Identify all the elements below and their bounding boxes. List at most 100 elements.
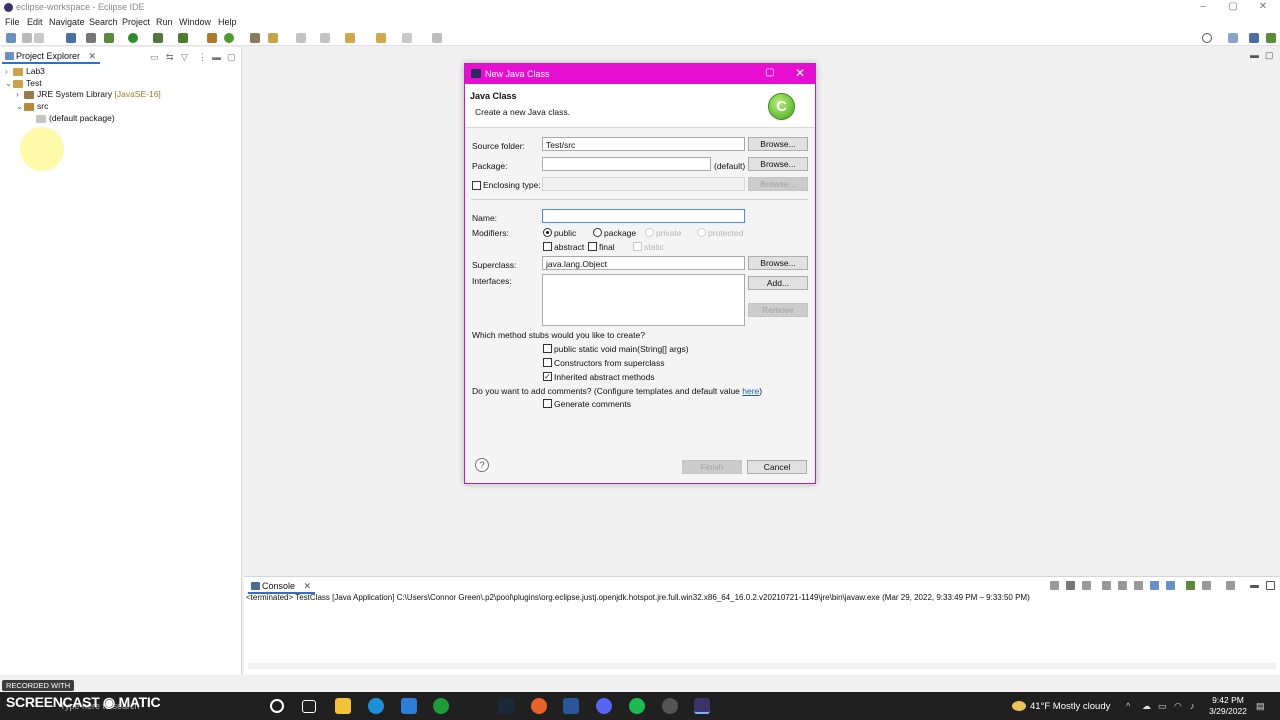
minimize-view-icon[interactable]: ▬ xyxy=(212,52,221,62)
xbox-icon[interactable] xyxy=(433,698,449,714)
maximize-console-icon[interactable] xyxy=(1266,581,1275,590)
skip-breakpoints-icon[interactable] xyxy=(86,33,96,43)
minimize-button[interactable]: – xyxy=(1186,0,1220,15)
maximize-icon[interactable]: ▢ xyxy=(765,67,774,78)
next-annotation-icon[interactable] xyxy=(296,33,306,43)
maximize-view-icon[interactable]: ▢ xyxy=(227,52,236,63)
configure-templates-link[interactable]: here xyxy=(742,386,759,396)
public-radio[interactable] xyxy=(543,228,552,237)
filter-icon[interactable]: ▽ xyxy=(181,52,188,63)
tree-item-jre-library[interactable]: › JRE System Library [JavaSE-16] xyxy=(16,89,161,99)
collapse-all-icon[interactable]: ▭ xyxy=(150,52,159,63)
edge-icon[interactable] xyxy=(368,698,384,714)
package-browse-button[interactable]: Browse... xyxy=(748,157,808,171)
add-interface-button[interactable]: Add... xyxy=(748,276,808,290)
volume-icon[interactable]: ♪ xyxy=(1190,701,1195,711)
chevron-right-icon[interactable]: › xyxy=(16,89,24,99)
show-stderr-icon[interactable] xyxy=(1166,581,1175,590)
open-perspective-icon[interactable] xyxy=(1228,33,1238,43)
superclass-browse-button[interactable]: Browse... xyxy=(748,256,808,270)
debug-icon[interactable] xyxy=(104,33,114,43)
tree-item-test[interactable]: ⌄ Test xyxy=(5,78,42,89)
debug-perspective-icon[interactable] xyxy=(1266,33,1276,43)
remove-launch-icon[interactable] xyxy=(1066,581,1075,590)
dialog-titlebar[interactable]: New Java Class ▢ ✕ xyxy=(465,64,815,84)
back-icon[interactable] xyxy=(376,33,386,43)
search-icon[interactable] xyxy=(1202,33,1212,43)
wifi-icon[interactable]: ◠ xyxy=(1174,701,1182,712)
source-folder-browse-button[interactable]: Browse... xyxy=(748,137,808,151)
tree-item-src[interactable]: ⌄ src xyxy=(16,101,48,112)
package-radio[interactable] xyxy=(593,228,602,237)
menu-edit[interactable]: Edit xyxy=(27,17,43,27)
spotify-icon[interactable] xyxy=(629,698,645,714)
new-java-project-icon[interactable] xyxy=(207,33,217,43)
chevron-down-icon[interactable]: ⌄ xyxy=(16,101,24,112)
eclipse-taskbar-icon[interactable] xyxy=(694,698,710,714)
menu-search[interactable]: Search xyxy=(89,17,118,27)
pin-console-icon[interactable] xyxy=(1186,581,1195,590)
generate-comments-checkbox[interactable] xyxy=(543,399,552,408)
package-field[interactable] xyxy=(542,157,711,171)
menu-run[interactable]: Run xyxy=(156,17,173,27)
view-menu-icon[interactable]: ⋮ xyxy=(198,52,207,63)
close-window-button[interactable]: ✕ xyxy=(1246,0,1280,15)
cortana-icon[interactable] xyxy=(270,699,284,713)
menu-window[interactable]: Window xyxy=(179,17,211,27)
remove-all-icon[interactable] xyxy=(1082,581,1091,590)
tab-console[interactable]: Console ✕ xyxy=(248,579,316,594)
open-type-icon[interactable] xyxy=(250,33,260,43)
external-tools-icon[interactable] xyxy=(178,33,188,43)
menu-navigate[interactable]: Navigate xyxy=(49,17,85,27)
save-all-icon[interactable] xyxy=(34,33,44,43)
interfaces-list[interactable] xyxy=(542,274,745,326)
file-explorer-icon[interactable] xyxy=(335,698,351,714)
menu-help[interactable]: Help xyxy=(218,17,237,27)
minimize-editor-icon[interactable]: ▬ xyxy=(1250,50,1259,60)
word-wrap-icon[interactable] xyxy=(1134,581,1143,590)
close-icon[interactable]: ✕ xyxy=(89,51,97,61)
cloud-icon[interactable]: ☁ xyxy=(1142,701,1151,712)
menu-project[interactable]: Project xyxy=(122,17,150,27)
minimize-console-icon[interactable] xyxy=(1250,585,1259,588)
notifications-icon[interactable]: ▤ xyxy=(1256,701,1265,712)
clear-console-icon[interactable] xyxy=(1102,581,1111,590)
task-view-icon[interactable] xyxy=(302,700,316,713)
open-console-icon[interactable] xyxy=(1226,581,1235,590)
new-icon[interactable] xyxy=(6,33,16,43)
inherited-methods-checkbox[interactable]: ✓ xyxy=(543,372,552,381)
terminate-icon[interactable] xyxy=(1050,581,1059,590)
pin-editor-icon[interactable] xyxy=(432,33,442,43)
network-icon[interactable]: ▭ xyxy=(1158,701,1167,712)
console-horizontal-scrollbar[interactable] xyxy=(248,663,1276,669)
chevron-right-icon[interactable]: › xyxy=(5,66,13,76)
chevron-down-icon[interactable]: ⌄ xyxy=(5,78,13,89)
enclosing-type-checkbox[interactable] xyxy=(472,181,481,190)
tab-project-explorer[interactable]: Project Explorer ✕ xyxy=(2,49,101,64)
show-hidden-icons-icon[interactable]: ^ xyxy=(1126,701,1130,711)
link-editor-icon[interactable]: ⇆ xyxy=(166,52,174,63)
prev-annotation-icon[interactable] xyxy=(320,33,330,43)
maximize-button[interactable]: ▢ xyxy=(1216,0,1250,15)
scroll-lock-icon[interactable] xyxy=(1118,581,1127,590)
taskbar-clock[interactable]: 9:42 PM 3/29/2022 xyxy=(1208,695,1248,717)
main-method-checkbox[interactable] xyxy=(543,344,552,353)
final-checkbox[interactable] xyxy=(588,242,597,251)
forward-icon[interactable] xyxy=(402,33,412,43)
terminal-icon[interactable] xyxy=(66,33,76,43)
show-stdout-icon[interactable] xyxy=(1150,581,1159,590)
word-icon[interactable] xyxy=(563,698,579,714)
class-name-field[interactable] xyxy=(542,209,745,223)
new-class-icon[interactable] xyxy=(224,33,234,43)
java-perspective-icon[interactable] xyxy=(1249,33,1259,43)
tree-item-lab3[interactable]: › Lab3 xyxy=(5,66,45,76)
discord-icon[interactable] xyxy=(596,698,612,714)
last-edit-icon[interactable] xyxy=(345,33,355,43)
abstract-checkbox[interactable] xyxy=(543,242,552,251)
maximize-editor-icon[interactable]: ▢ xyxy=(1265,50,1274,61)
close-icon[interactable]: ✕ xyxy=(304,581,312,591)
menu-file[interactable]: File xyxy=(5,17,20,27)
coverage-icon[interactable] xyxy=(153,33,163,43)
cancel-button[interactable]: Cancel xyxy=(747,460,807,474)
mail-icon[interactable] xyxy=(401,698,417,714)
